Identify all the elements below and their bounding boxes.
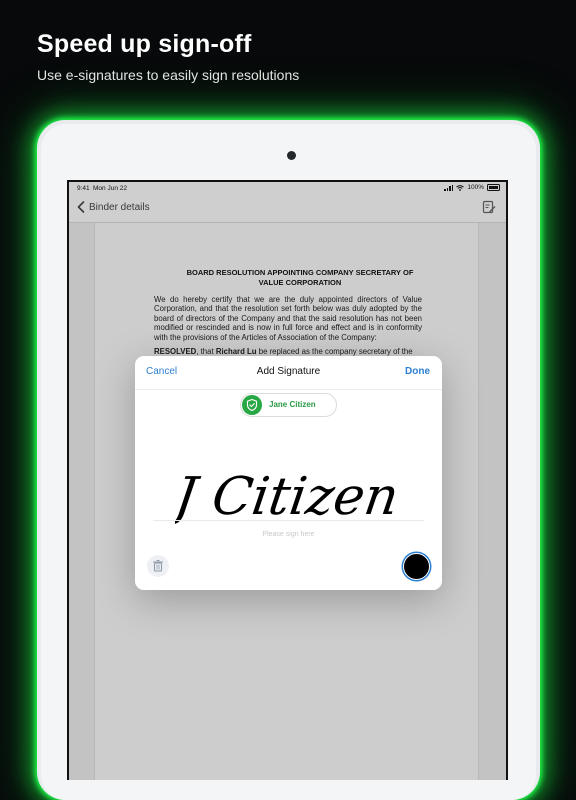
promo-headline: Speed up sign-off — [37, 30, 252, 58]
signature-baseline — [153, 520, 424, 521]
status-bar: 9:41 Mon Jun 22 100% — [69, 182, 506, 194]
add-signature-dialog: Cancel Add Signature Done Jane Citizen J… — [135, 356, 442, 590]
back-button-label: Binder details — [89, 201, 150, 213]
battery-percent: 100% — [467, 184, 484, 191]
signature-hint: Please sign here — [262, 531, 315, 538]
pen-color-button[interactable] — [403, 553, 430, 580]
trash-icon — [153, 559, 163, 572]
document-resolved-clause: RESOLVED, that Richard Lu be replaced as… — [154, 347, 413, 356]
edit-document-icon[interactable] — [482, 200, 496, 219]
document-title: BOARD RESOLUTION APPOINTING COMPANY SECR… — [186, 268, 414, 287]
status-time: 9:41 — [77, 185, 90, 192]
dialog-title: Add Signature — [256, 366, 321, 377]
clear-signature-button[interactable] — [147, 555, 169, 577]
cellular-signal-icon — [444, 184, 454, 191]
done-button[interactable]: Done — [405, 366, 430, 377]
signer-name: Jane Citizen — [269, 400, 316, 409]
document-body: We do hereby certify that we are the dul… — [154, 295, 422, 342]
signer-selector[interactable]: Jane Citizen — [240, 393, 337, 417]
front-camera — [287, 151, 296, 160]
signature-stroke: J Citizen — [175, 467, 402, 527]
chevron-left-icon — [77, 201, 85, 213]
back-button[interactable]: Binder details — [77, 201, 150, 213]
dialog-header: Cancel Add Signature Done — [135, 356, 442, 390]
wifi-icon — [456, 184, 465, 191]
status-date: Mon Jun 22 — [93, 185, 127, 192]
navigation-bar: Binder details — [69, 194, 506, 223]
promo-subline: Use e-signatures to easily sign resoluti… — [37, 67, 300, 83]
promo-header: Speed up sign-off Use e-signatures to ea… — [37, 30, 299, 83]
battery-icon — [487, 184, 500, 191]
shield-check-icon — [242, 395, 262, 415]
